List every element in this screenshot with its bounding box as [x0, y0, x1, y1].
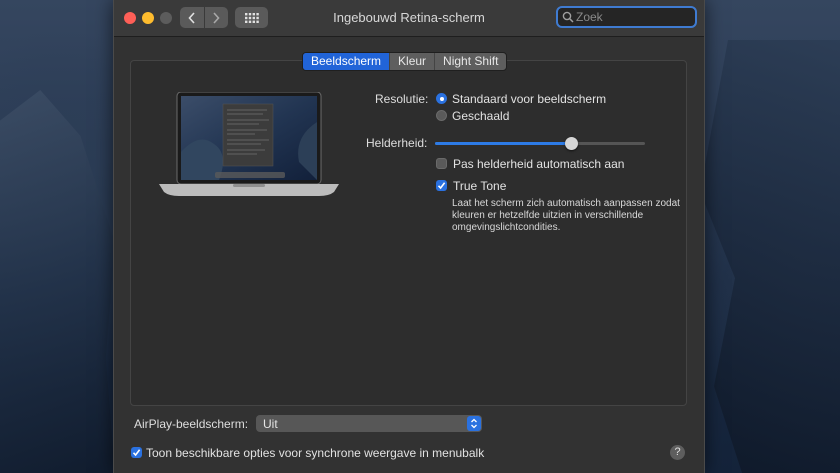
back-button[interactable] — [180, 7, 204, 28]
chevron-left-icon — [188, 11, 195, 24]
navigation-buttons — [180, 7, 228, 28]
resolution-scaled-radio[interactable] — [436, 110, 447, 121]
minimize-button[interactable] — [142, 12, 154, 24]
checkmark-icon — [132, 449, 141, 457]
true-tone-checkbox[interactable] — [436, 180, 447, 191]
preferences-window: Ingebouwd Retina-scherm Beeldscherm Kleu… — [113, 0, 705, 473]
menubar-options-checkbox[interactable] — [131, 447, 142, 458]
tab-night-shift[interactable]: Night Shift — [434, 53, 506, 70]
auto-brightness-checkbox[interactable] — [436, 158, 447, 169]
window-title: Ingebouwd Retina-scherm — [333, 10, 485, 25]
laptop-display-illustration — [159, 92, 339, 196]
updown-arrows-icon — [467, 416, 481, 431]
brightness-slider[interactable] — [435, 142, 645, 145]
chevron-right-icon — [213, 11, 220, 24]
checkmark-icon — [437, 182, 446, 190]
help-button[interactable]: ? — [670, 445, 685, 460]
tab-kleur[interactable]: Kleur — [389, 53, 434, 70]
resolution-default-label[interactable]: Standaard voor beeldscherm — [452, 92, 606, 106]
grid-icon — [244, 12, 259, 23]
airplay-label: AirPlay-beeldscherm: — [134, 417, 249, 431]
resolution-scaled-label[interactable]: Geschaald — [452, 109, 509, 123]
true-tone-label[interactable]: True Tone — [453, 179, 506, 193]
resolution-label: Resolutie: — [375, 92, 429, 106]
menubar-options-label[interactable]: Toon beschikbare opties voor synchrone w… — [146, 446, 484, 460]
forward-button[interactable] — [203, 7, 229, 28]
brightness-slider-fill — [435, 142, 572, 145]
search-icon — [562, 11, 574, 23]
search-field[interactable] — [556, 6, 697, 28]
tab-beeldscherm[interactable]: Beeldscherm — [303, 53, 390, 70]
airplay-select-value: Uit — [263, 417, 278, 431]
search-input[interactable] — [576, 9, 686, 25]
zoom-button[interactable] — [160, 12, 172, 24]
resolution-default-radio[interactable] — [436, 93, 447, 104]
auto-brightness-label[interactable]: Pas helderheid automatisch aan — [453, 157, 624, 171]
true-tone-description: Laat het scherm zich automatisch aanpass… — [452, 198, 680, 233]
tab-bar: Beeldscherm Kleur Night Shift — [302, 52, 508, 71]
close-button[interactable] — [124, 12, 136, 24]
airplay-select[interactable]: Uit — [256, 415, 482, 432]
brightness-slider-knob[interactable] — [565, 137, 578, 150]
brightness-label: Helderheid: — [366, 136, 428, 150]
show-all-button[interactable] — [235, 7, 268, 28]
title-bar: Ingebouwd Retina-scherm — [114, 0, 704, 37]
